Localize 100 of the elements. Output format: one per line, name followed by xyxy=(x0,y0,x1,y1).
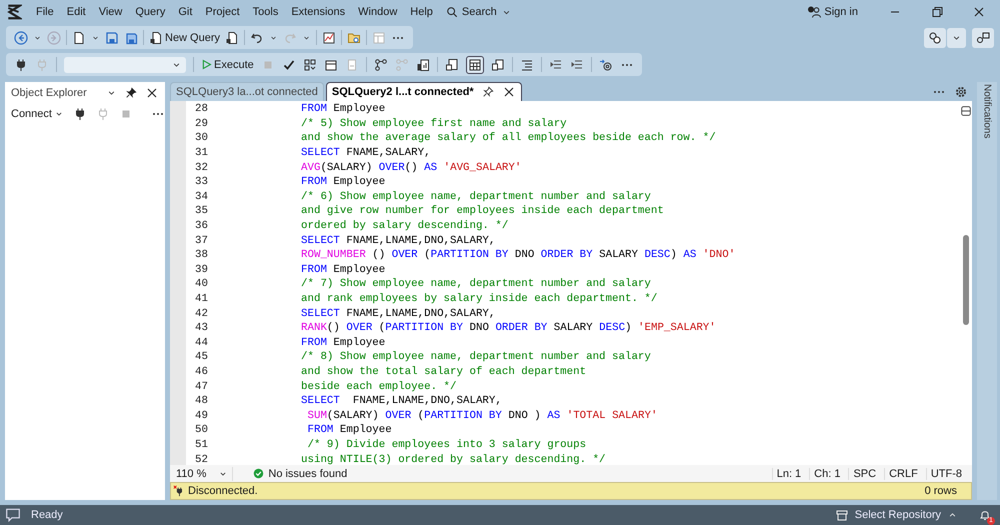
select-repository-button[interactable]: Select Repository xyxy=(834,508,958,522)
line-number: 44 xyxy=(195,336,209,349)
code-line: /* 6) Show employee name, department number and salary xyxy=(301,190,651,203)
indent-icon[interactable] xyxy=(570,58,584,72)
line-number: 34 xyxy=(195,190,209,203)
back-icon[interactable] xyxy=(14,30,28,44)
execute-button[interactable]: Execute xyxy=(201,58,254,70)
close-icon[interactable] xyxy=(145,86,159,100)
scrollbar-thumb[interactable] xyxy=(963,235,969,325)
menu-item[interactable]: Project xyxy=(199,4,246,20)
check-circle-icon[interactable] xyxy=(253,468,264,479)
menu-item[interactable]: Git xyxy=(172,4,198,20)
document-tab[interactable]: SQLQuery3 la...ot connected xyxy=(170,82,324,101)
issues-status: No issues found xyxy=(268,468,348,480)
settings-icon[interactable] xyxy=(954,84,968,98)
zoom-dropdown[interactable]: 110 % xyxy=(170,466,234,480)
code-line: /* 9) Divide employees into 3 salary groups xyxy=(306,438,586,451)
menu-item[interactable]: File xyxy=(30,4,60,20)
status-field[interactable]: Ln: 1 xyxy=(772,468,806,480)
feedback-button[interactable] xyxy=(972,28,994,48)
close-icon[interactable] xyxy=(972,5,986,19)
new-query-button[interactable]: New Query xyxy=(149,30,220,44)
save-icon[interactable] xyxy=(105,30,119,44)
status-field[interactable]: UTF-8 xyxy=(926,468,966,480)
window-icon[interactable] xyxy=(324,58,338,72)
line-number: 50 xyxy=(195,424,209,436)
save-all-icon[interactable] xyxy=(124,30,138,44)
document-icon[interactable] xyxy=(225,30,240,44)
search-menu[interactable]: Search xyxy=(440,4,518,20)
results-text-icon[interactable] xyxy=(444,58,459,72)
connection-status: Disconnected. xyxy=(188,485,258,497)
nodes-icon[interactable] xyxy=(394,58,409,72)
code-line: and show the total salary of each department xyxy=(301,366,586,378)
line-number: 39 xyxy=(195,264,209,276)
disconnected-icon[interactable] xyxy=(173,485,185,497)
pin-icon[interactable] xyxy=(125,87,137,99)
close-tab-icon[interactable] xyxy=(502,85,516,99)
status-field[interactable]: CRLF xyxy=(884,468,922,480)
nodes-icon[interactable] xyxy=(374,58,388,72)
search-icon[interactable] xyxy=(446,6,458,18)
chart-icon[interactable] xyxy=(322,30,336,44)
code-line: using NTILE(3) ordered by salary descending. */ xyxy=(301,454,606,465)
menu-item[interactable]: Tools xyxy=(246,4,284,20)
line-number: 31 xyxy=(195,147,209,160)
notifications-tab[interactable]: Notifications xyxy=(977,82,997,500)
line-number: 49 xyxy=(195,410,209,422)
document-tab[interactable]: SQLQuery2 l...t connected* xyxy=(326,82,522,101)
code-line: and give row number for employees inside each department xyxy=(301,205,664,218)
line-number: 47 xyxy=(195,380,209,393)
line-number: 52 xyxy=(195,454,209,465)
menu-item[interactable]: Query xyxy=(129,4,172,20)
sign-in-button[interactable]: Sign in xyxy=(807,5,858,19)
folder-search-icon[interactable] xyxy=(347,30,362,44)
line-number: 28 xyxy=(195,103,209,116)
plug-icon[interactable] xyxy=(14,58,28,72)
code-line: /* 7) Show employee name, department number and salary xyxy=(301,278,651,290)
line-number: 43 xyxy=(195,322,209,334)
pin-icon[interactable] xyxy=(482,86,494,98)
list-icon[interactable] xyxy=(520,58,534,72)
app-logo-icon[interactable] xyxy=(6,4,22,20)
line-number: 35 xyxy=(195,205,209,218)
status-field[interactable]: SPC xyxy=(848,468,880,480)
menu-item[interactable]: Help xyxy=(404,4,439,20)
menu-item[interactable]: Extensions xyxy=(285,4,352,20)
connect-button[interactable]: Connect xyxy=(11,107,64,121)
statistics-icon[interactable] xyxy=(416,58,430,72)
document-icon[interactable] xyxy=(149,30,163,44)
status-text: Ready xyxy=(31,509,63,521)
copilot-button[interactable] xyxy=(924,28,946,48)
line-number: 30 xyxy=(195,132,209,144)
new-file-icon[interactable] xyxy=(72,30,86,44)
output-icon[interactable] xyxy=(5,507,21,523)
code-line: FROM Employee xyxy=(301,103,386,116)
code-line: SELECT FNAME,LNAME,DNO,SALARY, xyxy=(301,395,502,408)
restore-icon[interactable] xyxy=(930,5,944,19)
line-number: 38 xyxy=(195,249,209,262)
account-icon[interactable] xyxy=(807,5,822,19)
menu-item[interactable]: Window xyxy=(352,4,404,20)
results-file-icon[interactable] xyxy=(490,58,505,72)
code-line: /* 5) Show employee first name and salary xyxy=(301,118,567,130)
at-icon[interactable] xyxy=(598,58,613,72)
repository-icon[interactable] xyxy=(834,508,849,522)
outdent-icon[interactable] xyxy=(548,58,563,72)
line-number: 36 xyxy=(195,220,209,232)
code-line: SELECT FNAME,SALARY, xyxy=(301,147,431,160)
menu-item[interactable]: View xyxy=(92,4,128,20)
panel-title: Object Explorer xyxy=(11,87,87,99)
code-editor[interactable] xyxy=(170,101,972,465)
code-line: SUM(SALARY) OVER (PARTITION BY DNO ) AS 'TOTAL SALARY' xyxy=(306,410,658,422)
line-number: 37 xyxy=(195,234,209,247)
menu-item[interactable]: Edit xyxy=(60,4,92,20)
code-line: /* 8) Show employee name, department number and salary xyxy=(301,351,651,364)
code-line: beside each employee. */ xyxy=(301,380,457,393)
status-field[interactable]: Ch: 1 xyxy=(809,468,844,480)
line-number: 42 xyxy=(195,308,209,320)
row-count: 0 rows xyxy=(924,485,957,497)
split-editor-icon[interactable] xyxy=(960,105,972,117)
plan-icon[interactable] xyxy=(302,58,317,72)
code-line: FROM Employee xyxy=(301,336,386,349)
check-icon[interactable] xyxy=(282,58,296,72)
